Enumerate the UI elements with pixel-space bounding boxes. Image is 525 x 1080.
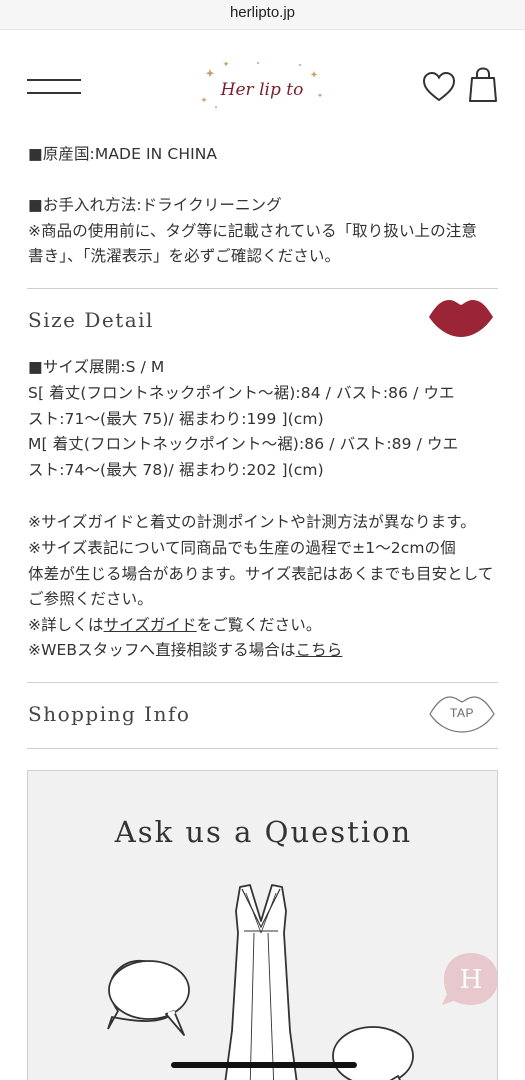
size-note-1: ※サイズガイドと着丈の計測ポイントや計測方法が異なります。 [28, 513, 476, 531]
url-text: herlipto.jp [229, 4, 296, 21]
home-indicator [171, 1062, 357, 1068]
staff-contact-note: ※WEBスタッフへ直接相談する場合はこちら [28, 638, 498, 664]
fab-letter: H [460, 965, 483, 995]
staff-contact-link[interactable]: こちら [296, 641, 343, 659]
care-note-line1: ※商品の使用前に、タグ等に記載されている「取り扱い上の注意 [28, 222, 477, 240]
lips-icon [429, 300, 493, 337]
size-guide-prefix: ※詳しくは [28, 616, 104, 634]
ask-question-banner[interactable]: Ask us a Question [27, 770, 498, 1080]
divider [27, 682, 498, 683]
heart-icon[interactable] [422, 71, 456, 103]
logo-text: Her lip to [220, 80, 304, 100]
size-guide-suffix: をご覧ください。 [196, 616, 322, 634]
size-s-line1: S[ 着丈(フロントネックポイント〜裾):84 / バスト:86 / ウエ [28, 384, 455, 402]
shopping-bag-icon[interactable] [468, 67, 498, 103]
herlipto-logo[interactable]: Her lip to [196, 59, 328, 115]
size-note-2: ※サイズ表記について同商品でも生産の過程で±1〜2cmの個 [28, 539, 456, 557]
ask-question-title: Ask us a Question [114, 815, 413, 849]
origin-text: ■原産国:MADE IN CHINA [28, 145, 218, 163]
size-detail-title: Size Detail [28, 308, 154, 332]
site-header: Her lip to [0, 31, 525, 141]
size-m-line2: スト:74〜(最大 78)/ 裾まわり:202 ](cm) [28, 461, 324, 479]
dress-chat-illustration-icon [107, 884, 414, 1080]
shopping-info-title[interactable]: Shopping Info [28, 702, 190, 726]
size-guide-link[interactable]: サイズガイド [104, 616, 197, 634]
size-range: ■サイズ展開:S / M [28, 358, 165, 376]
h-chat-floating-button[interactable]: H [438, 951, 502, 1007]
tap-label[interactable]: TAP [428, 706, 496, 720]
divider [27, 288, 498, 289]
size-s-line2: スト:71〜(最大 75)/ 裾まわり:199 ](cm) [28, 410, 324, 428]
size-note-4: ご参照ください。 [28, 590, 153, 608]
hamburger-menu-icon[interactable] [27, 75, 81, 97]
size-m-line1: M[ 着丈(フロントネックポイント〜裾):86 / バスト:89 / ウエ [28, 435, 459, 453]
size-guide-note: ※詳しくはサイズガイドをご覧ください。 [28, 613, 498, 639]
browser-url-bar[interactable]: herlipto.jp [0, 0, 525, 30]
size-note-3: 体差が生じる場合があります。サイズ表記はあくまでも目安として [28, 565, 494, 583]
care-note-line2: 書き」、「洗濯表示」を必ずご確認ください。 [28, 247, 341, 265]
care-title: ■お手入れ方法:ドライクリーニング [28, 196, 282, 214]
divider [27, 748, 498, 749]
staff-contact-prefix: ※WEBスタッフへ直接相談する場合は [28, 641, 296, 659]
